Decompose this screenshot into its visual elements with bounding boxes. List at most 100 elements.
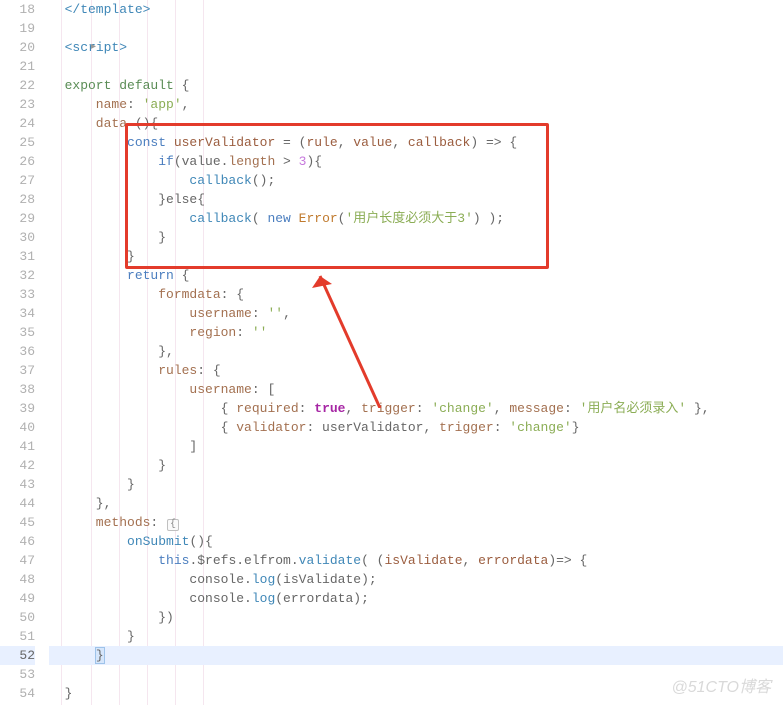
- keyword-token: new: [267, 211, 290, 226]
- code-line[interactable]: if(value.length > 3){: [49, 152, 783, 171]
- punct-token: (: [252, 211, 268, 226]
- punct-token: ,: [392, 135, 408, 150]
- line-number: 21: [0, 57, 35, 76]
- punct-token: :: [252, 306, 268, 321]
- line-number: 44: [0, 494, 35, 513]
- code-line[interactable]: formdata: {: [49, 285, 783, 304]
- function-token: callback: [49, 211, 252, 226]
- punct-token: ) );: [473, 211, 504, 226]
- code-line[interactable]: console.log(isValidate);: [49, 570, 783, 589]
- string-token: 'change': [509, 420, 571, 435]
- code-line[interactable]: region: '': [49, 323, 783, 342]
- variable-token: value: [353, 135, 392, 150]
- prop-token: data: [49, 116, 127, 131]
- code-line[interactable]: return {: [49, 266, 783, 285]
- line-number: 25: [0, 133, 35, 152]
- punct-token: {: [49, 420, 236, 435]
- punct-token: ) => {: [470, 135, 517, 150]
- watermark: @51CTO博客: [671, 673, 771, 697]
- punct-token: )=> {: [548, 553, 587, 568]
- code-line[interactable]: </template>: [49, 0, 783, 19]
- code-line[interactable]: username: '',: [49, 304, 783, 323]
- prop-token: validator: [236, 420, 306, 435]
- code-line[interactable]: callback( new Error('用户长度必须大于3') );: [49, 209, 783, 228]
- code-line[interactable]: callback();: [49, 171, 783, 190]
- punct-token: }: [572, 420, 580, 435]
- code-line-active[interactable]: }: [49, 646, 783, 665]
- code-editor[interactable]: 1819202122232425262728293031323334353637…: [0, 0, 783, 705]
- code-line[interactable]: [49, 19, 783, 38]
- line-number: 42: [0, 456, 35, 475]
- line-number: 47: [0, 551, 35, 570]
- line-number: 31: [0, 247, 35, 266]
- line-number: 40: [0, 418, 35, 437]
- code-line[interactable]: }: [49, 475, 783, 494]
- code-line[interactable]: },: [49, 342, 783, 361]
- punct-token: :: [494, 420, 510, 435]
- punct-token: }: [49, 249, 135, 264]
- function-token: validate: [299, 553, 361, 568]
- line-number: 37: [0, 361, 35, 380]
- code-line[interactable]: }): [49, 608, 783, 627]
- punct-token: {: [174, 78, 190, 93]
- punct-token: }: [49, 686, 72, 701]
- code-line[interactable]: name: 'app',: [49, 95, 783, 114]
- code-line[interactable]: ]: [49, 437, 783, 456]
- fold-caret-icon[interactable]: ▸: [91, 38, 101, 57]
- code-line[interactable]: data (){: [49, 114, 783, 133]
- code-line[interactable]: const userValidator = (rule, value, call…: [49, 133, 783, 152]
- line-number: 49: [0, 589, 35, 608]
- code-line[interactable]: { validator: userValidator, trigger: 'ch…: [49, 418, 783, 437]
- line-number: 36: [0, 342, 35, 361]
- code-line[interactable]: }else{: [49, 190, 783, 209]
- code-line[interactable]: }: [49, 456, 783, 475]
- line-number: 23: [0, 95, 35, 114]
- code-line[interactable]: { required: true, trigger: 'change', mes…: [49, 399, 783, 418]
- code-area[interactable]: </template> <script> export default { na…: [45, 0, 783, 705]
- code-line[interactable]: onSubmit(){: [49, 532, 783, 551]
- punct-token: :: [564, 401, 580, 416]
- code-line[interactable]: this.$refs.elfrom.validate( (isValidate,…: [49, 551, 783, 570]
- line-number: 24: [0, 114, 35, 133]
- function-token: callback: [49, 173, 252, 188]
- code-line[interactable]: export default {: [49, 76, 783, 95]
- punct-token: = (: [275, 135, 306, 150]
- punct-token: :: [299, 401, 315, 416]
- line-number: 18: [0, 0, 35, 19]
- line-number: 43: [0, 475, 35, 494]
- line-number: 53: [0, 665, 35, 684]
- code-line[interactable]: }: [49, 247, 783, 266]
- code-line[interactable]: [49, 57, 783, 76]
- code-line[interactable]: <script>: [49, 38, 783, 57]
- punct-token: :: [127, 97, 143, 112]
- punct-token: }: [49, 230, 166, 245]
- code-line[interactable]: console.log(errordata);: [49, 589, 783, 608]
- code-line[interactable]: }: [49, 228, 783, 247]
- punct-token: },: [686, 401, 709, 416]
- punct-token: >: [275, 154, 298, 169]
- code-line[interactable]: rules: {: [49, 361, 783, 380]
- punct-token: [49, 648, 96, 663]
- line-number: 30: [0, 228, 35, 247]
- variable-token: userValidator: [166, 135, 275, 150]
- prop-token: region: [49, 325, 236, 340]
- fold-marker-icon[interactable]: {: [167, 519, 179, 531]
- prop-token: formdata: [49, 287, 221, 302]
- line-number: 22: [0, 76, 35, 95]
- line-number: 45: [0, 513, 35, 532]
- keyword-token: export: [49, 78, 111, 93]
- punct-token: {: [49, 401, 236, 416]
- code-line[interactable]: username: [: [49, 380, 783, 399]
- punct-token: .$refs.elfrom.: [189, 553, 298, 568]
- punct-token: : {: [221, 287, 244, 302]
- code-line[interactable]: methods: {: [49, 513, 783, 532]
- string-token: '用户名必须录入': [580, 401, 687, 416]
- tag-token: >: [119, 40, 127, 55]
- prop-token: trigger: [361, 401, 416, 416]
- variable-token: isValidate: [384, 553, 462, 568]
- code-line[interactable]: },: [49, 494, 783, 513]
- gutter: 1819202122232425262728293031323334353637…: [0, 0, 45, 705]
- matched-brace: }: [96, 648, 104, 663]
- code-line[interactable]: }: [49, 627, 783, 646]
- punct-token: : {: [197, 363, 220, 378]
